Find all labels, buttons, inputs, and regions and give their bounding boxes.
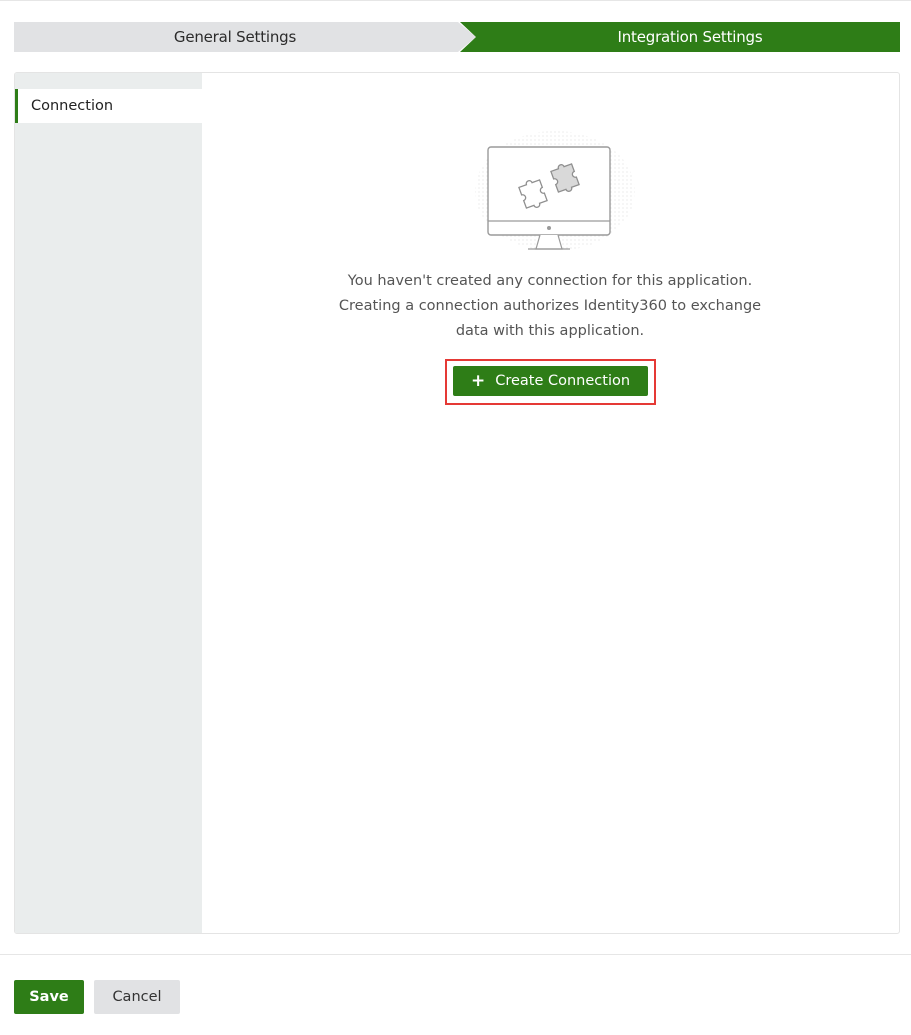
- create-connection-button[interactable]: + Create Connection: [453, 366, 648, 396]
- cancel-button[interactable]: Cancel: [94, 980, 180, 1014]
- integration-panel: Connection You haven't created any conne…: [14, 72, 900, 934]
- step-integration-settings[interactable]: Integration Settings: [460, 22, 900, 52]
- content-area: You haven't created any connection for t…: [202, 73, 899, 933]
- sidebar-item-connection[interactable]: Connection: [15, 89, 202, 123]
- sidebar-item-label: Connection: [31, 98, 114, 114]
- plus-icon: +: [470, 370, 486, 391]
- step-label: Integration Settings: [617, 28, 763, 46]
- top-divider: [0, 0, 911, 1]
- settings-stepper: General Settings Integration Settings: [14, 22, 900, 52]
- save-button[interactable]: Save: [14, 980, 84, 1014]
- step-general-settings[interactable]: General Settings: [14, 22, 476, 52]
- create-connection-label: Create Connection: [495, 373, 631, 389]
- message-line-1: You haven't created any connection for t…: [347, 273, 753, 289]
- message-line-3: data with this application.: [455, 323, 645, 339]
- sidebar: Connection: [15, 73, 202, 933]
- message-line-2: Creating a connection authorizes Identit…: [338, 298, 762, 314]
- step-label: General Settings: [173, 28, 297, 46]
- empty-state-message: You haven't created any connection for t…: [302, 269, 798, 344]
- monitor-puzzle-icon: [475, 131, 635, 251]
- footer-divider: [0, 954, 911, 955]
